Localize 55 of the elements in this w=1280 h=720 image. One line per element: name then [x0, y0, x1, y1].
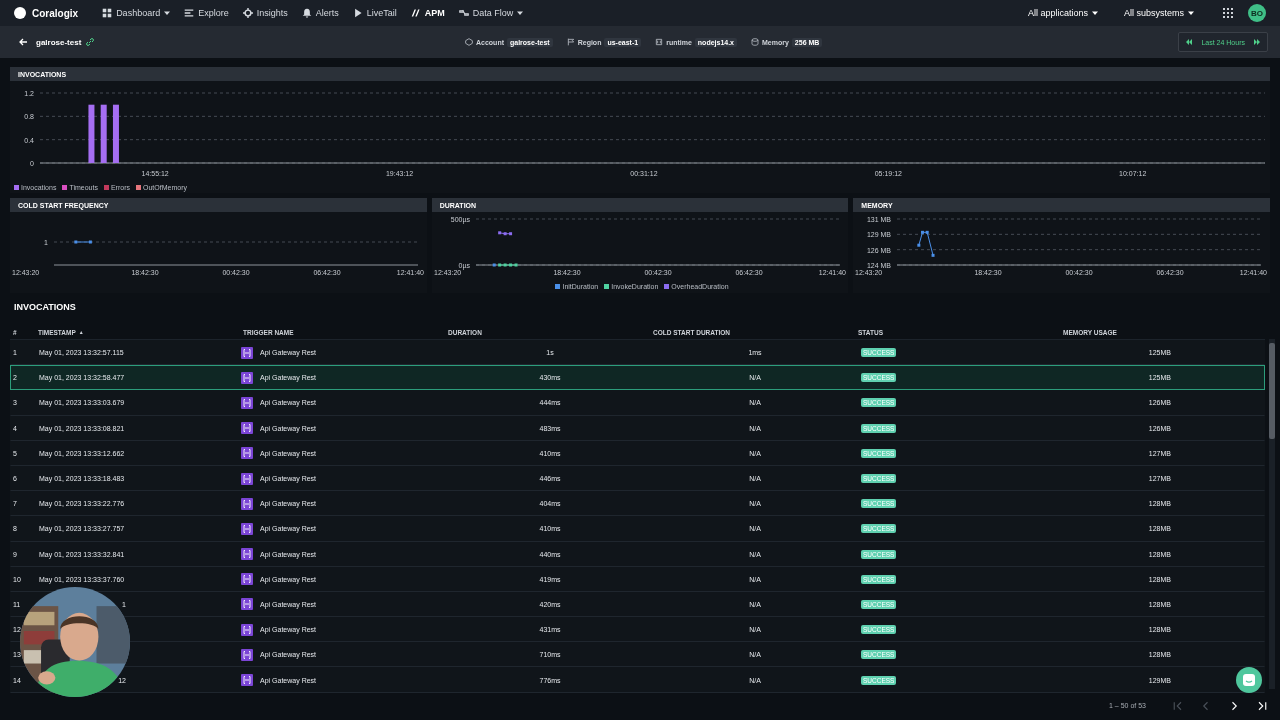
database-icon [751, 38, 759, 46]
caret-icon [1188, 10, 1194, 16]
api-gateway-icon [241, 472, 253, 485]
api-gateway-icon [241, 522, 253, 535]
play-icon [352, 8, 363, 18]
api-gateway-icon [241, 623, 253, 636]
api-gateway-icon [241, 598, 253, 611]
api-gateway-icon [241, 422, 253, 435]
scrollbar[interactable] [1269, 339, 1275, 689]
gear-icon [242, 8, 253, 18]
bell-icon [301, 8, 312, 18]
section-title: INVOCATIONS [13, 301, 77, 314]
api-gateway-icon [241, 573, 253, 586]
points-drawing [492, 231, 518, 267]
list-icon [184, 8, 195, 18]
api-gateway-icon [241, 371, 253, 384]
filter-dropdown[interactable]: All applications [1021, 7, 1104, 19]
nav-item[interactable]: Data Flow [458, 8, 524, 18]
api-gateway-icon [241, 674, 253, 687]
api-gateway-icon [241, 648, 253, 661]
fast-forward-icon[interactable] [1253, 38, 1261, 46]
logo-icon [14, 7, 26, 19]
nav-item[interactable]: LiveTail [352, 8, 397, 18]
flow-icon [458, 8, 469, 18]
apps-grid-icon[interactable] [1222, 7, 1234, 19]
last-page-icon [1256, 699, 1268, 712]
line-drawing [74, 240, 92, 244]
nav-item[interactable]: Dashboard [102, 8, 171, 18]
filter-dropdown[interactable]: All subsystems [1117, 7, 1200, 19]
user-avatar[interactable]: BO [1248, 4, 1266, 22]
api-gateway-icon [241, 447, 253, 460]
chat-icon [1242, 673, 1256, 687]
last-page-button[interactable] [1256, 699, 1268, 712]
api-gateway-icon [241, 346, 253, 359]
cube-icon [465, 38, 473, 46]
api-gateway-icon [241, 497, 253, 510]
api-gateway-icon [241, 396, 253, 409]
nav-item[interactable]: Alerts [301, 8, 339, 18]
nav-item[interactable]: Insights [242, 8, 288, 18]
api-gateway-icon [241, 548, 253, 561]
chip-icon [655, 38, 664, 46]
nav-item[interactable]: APM [410, 8, 445, 18]
caret-icon [1091, 10, 1098, 16]
rewind-icon[interactable] [1185, 38, 1194, 46]
nav-item[interactable]: Explore [184, 8, 229, 18]
bars-drawing [88, 104, 119, 163]
page-title: galrose-test [36, 37, 82, 47]
grid-icon [102, 8, 113, 18]
first-page-icon [1172, 699, 1184, 712]
back-arrow-icon[interactable] [18, 37, 28, 47]
slash-icon [410, 8, 421, 18]
logo-text[interactable]: Coralogix [32, 7, 79, 19]
line-drawing [917, 230, 935, 257]
link-icon[interactable] [86, 38, 95, 46]
flag-icon [566, 38, 575, 46]
